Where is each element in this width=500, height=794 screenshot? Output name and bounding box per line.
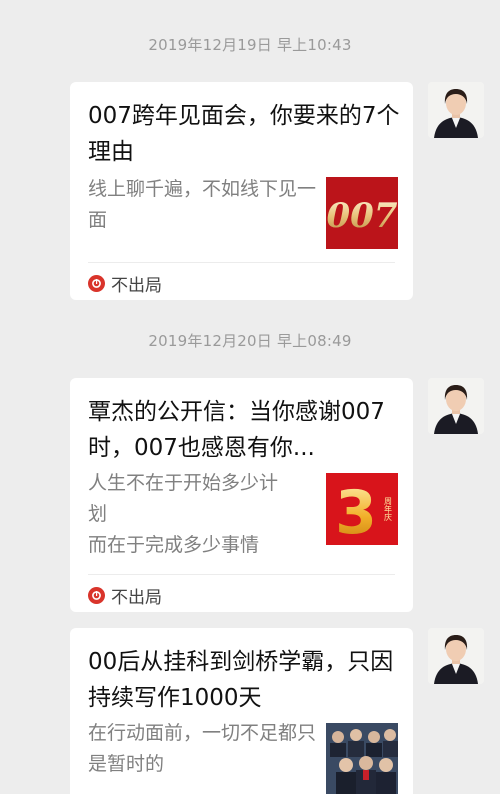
article-title: 00后从挂科到剑桥学霸，只因持续写作1000天: [88, 649, 394, 711]
article-title: 覃杰的公开信：当你感谢007时，007也感恩有你...: [88, 399, 385, 461]
article-thumbnail: 3 周年庆: [326, 473, 398, 545]
account-name: 不出局: [111, 275, 162, 296]
avatar-image: [428, 82, 484, 138]
message-timestamp: 2019年12月20日 早上08:49: [148, 332, 352, 350]
account-logo-icon: [88, 586, 105, 604]
article-thumbnail: 007: [326, 177, 398, 249]
article-description: 在行动面前，一切不足都只是暂时的: [88, 722, 317, 775]
card-divider: [88, 262, 395, 263]
article-description: 人生不在于开始多少计 划 而在于完成多少事情: [88, 468, 316, 561]
article-card[interactable]: 007跨年见面会，你要来的7个理由 线上聊千遍，不如线下见一面 007 不出局: [70, 82, 413, 300]
avatar-image: [428, 628, 484, 684]
source-row[interactable]: 不出局: [88, 272, 162, 296]
description-line: 人生不在于开始多少计: [88, 472, 279, 494]
avatar[interactable]: [428, 628, 484, 684]
svg-text:3: 3: [335, 478, 377, 545]
account-logo-icon: [88, 274, 105, 292]
description-line: 而在于完成多少事情: [88, 534, 260, 556]
message-timestamp: 2019年12月19日 早上10:43: [148, 36, 352, 54]
article-thumbnail: [326, 723, 398, 794]
svg-text:周年庆: 周年庆: [384, 497, 393, 522]
article-card[interactable]: 00后从挂科到剑桥学霸，只因持续写作1000天 在行动面前，一切不足都只是暂时的: [70, 628, 413, 794]
article-description: 线上聊千遍，不如线下见一面: [88, 178, 317, 231]
svg-text:007: 007: [327, 196, 398, 236]
description-line: 划: [88, 503, 108, 525]
source-row[interactable]: 不出局: [88, 584, 162, 608]
avatar[interactable]: [428, 82, 484, 138]
card-divider: [88, 574, 395, 575]
account-name: 不出局: [111, 587, 162, 608]
avatar-image: [428, 378, 484, 434]
avatar[interactable]: [428, 378, 484, 434]
article-card[interactable]: 覃杰的公开信：当你感谢007时，007也感恩有你... 人生不在于开始多少计 划…: [70, 378, 413, 612]
article-title: 007跨年见面会，你要来的7个理由: [88, 103, 400, 165]
